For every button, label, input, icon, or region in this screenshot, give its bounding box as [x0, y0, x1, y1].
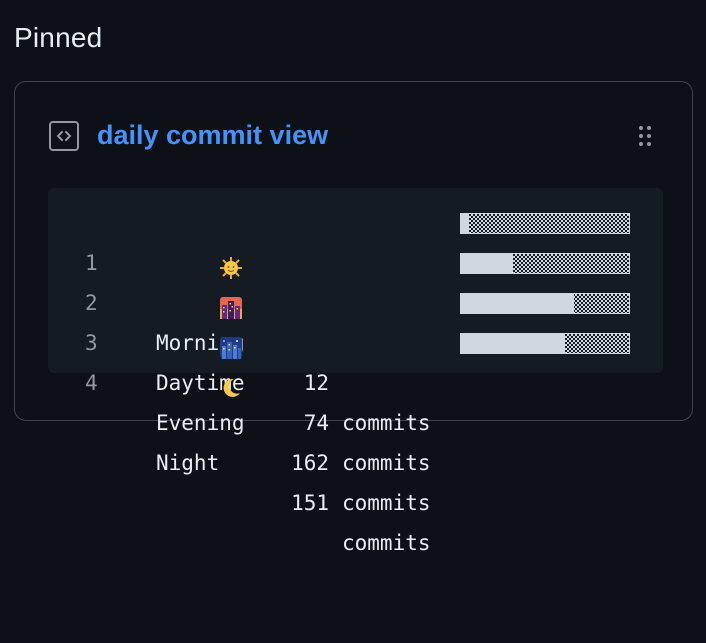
commit-unit: commits: [342, 451, 431, 475]
time-label: Evening: [156, 411, 245, 435]
commit-bar: [460, 253, 630, 274]
section-heading: Pinned: [14, 22, 103, 53]
commit-bar: [460, 333, 630, 354]
commit-bar-fill: [461, 294, 574, 313]
gist-title-link[interactable]: daily commit view: [97, 120, 328, 151]
commit-unit: commits: [342, 531, 431, 555]
cityscape-at-dusk-icon: [119, 252, 243, 319]
crescent-moon-icon: [119, 332, 241, 397]
code-line: 2 Daytime 74 commits: [48, 243, 663, 475]
code-square-icon: [49, 121, 79, 151]
commit-bar-fill: [461, 254, 514, 273]
gist-code-preview: 1 Morning 12 commits 2 Daytime 74 commit…: [48, 188, 663, 555]
commit-bar-fill: [461, 334, 566, 353]
commit-unit: commits: [342, 411, 431, 435]
code-line: 4 Night 151 commits: [48, 323, 663, 555]
code-line: 1 Morning 12 commits: [48, 203, 663, 435]
commit-unit: commits: [342, 491, 431, 515]
commit-bar: [460, 293, 630, 314]
night-with-stars-icon: [119, 292, 243, 359]
time-label: Night: [156, 451, 220, 475]
commit-count: 151: [291, 491, 329, 515]
pinned-gist-card: daily commit view 1 Morning 12 commits 2…: [14, 81, 693, 555]
line-number: 4: [85, 371, 98, 395]
grabber-icon[interactable]: [638, 125, 652, 147]
code-line: 3 Evening 162 commits: [48, 283, 663, 515]
commit-bar: [460, 213, 630, 234]
commit-bar-fill: [461, 214, 470, 233]
sun-with-face-icon: [119, 212, 243, 279]
